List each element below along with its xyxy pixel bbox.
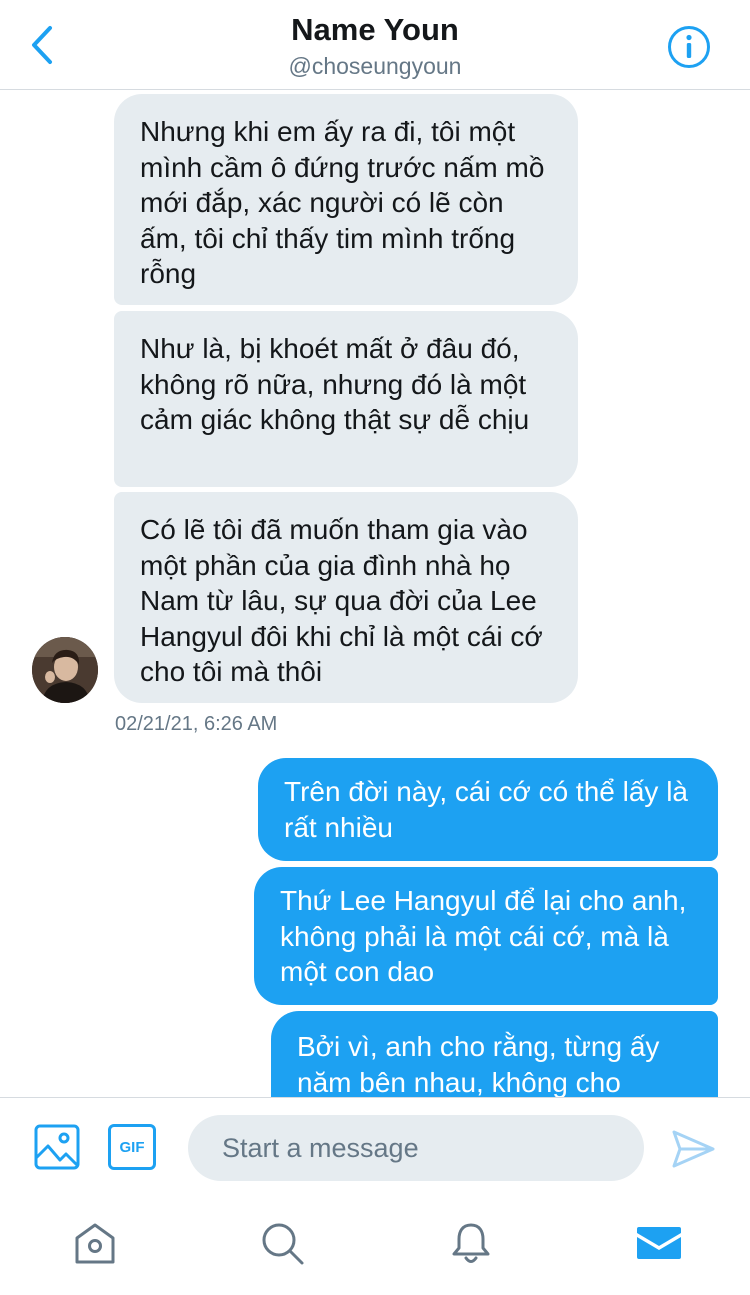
sender-avatar[interactable] <box>32 637 98 703</box>
add-photo-button[interactable] <box>34 1124 80 1170</box>
message-input[interactable] <box>188 1115 644 1181</box>
conversation-handle: @choseungyoun <box>288 53 462 79</box>
conversation-title: Name Youn <box>291 12 459 47</box>
message-timestamp: 02/21/21, 6:26 AM <box>115 713 278 735</box>
notifications-icon <box>452 1223 490 1263</box>
received-message[interactable]: Nhưng khi em ấy ra đi, tôi một mình cầm … <box>114 94 578 305</box>
nav-home[interactable] <box>70 1218 120 1268</box>
send-icon <box>672 1130 715 1168</box>
conversation-header: Name Youn @choseungyoun <box>0 0 750 90</box>
received-message[interactable]: Như là, bị khoét mất ở đâu đó, không rõ … <box>114 311 578 487</box>
sent-message[interactable]: Thứ Lee Hangyul để lại cho anh, không ph… <box>254 867 718 1005</box>
image-icon <box>34 1124 80 1170</box>
bottom-navigation <box>0 1198 750 1295</box>
gif-button[interactable]: GIF <box>108 1124 156 1170</box>
info-button[interactable] <box>666 24 712 70</box>
messages-icon <box>637 1227 681 1259</box>
send-button[interactable] <box>668 1124 718 1174</box>
message-thread[interactable]: Nhưng khi em ấy ra đi, tôi một mình cầm … <box>0 91 750 1097</box>
message-composer: GIF <box>0 1097 750 1198</box>
info-icon <box>668 26 710 68</box>
avatar-photo <box>32 637 98 703</box>
nav-messages[interactable] <box>634 1218 684 1268</box>
received-message[interactable]: Có lẽ tôi đã muốn tham gia vào một phần … <box>114 492 578 703</box>
search-icon <box>262 1223 304 1265</box>
home-icon <box>75 1223 115 1264</box>
nav-search[interactable] <box>257 1218 307 1268</box>
sent-message[interactable]: Trên đời này, cái cớ có thể lấy là rất n… <box>258 758 718 861</box>
gif-icon: GIF <box>119 1138 145 1156</box>
sent-message[interactable]: Bởi vì, anh cho rằng, từng ấy năm bên nh… <box>271 1011 718 1097</box>
nav-notifications[interactable] <box>446 1218 496 1268</box>
